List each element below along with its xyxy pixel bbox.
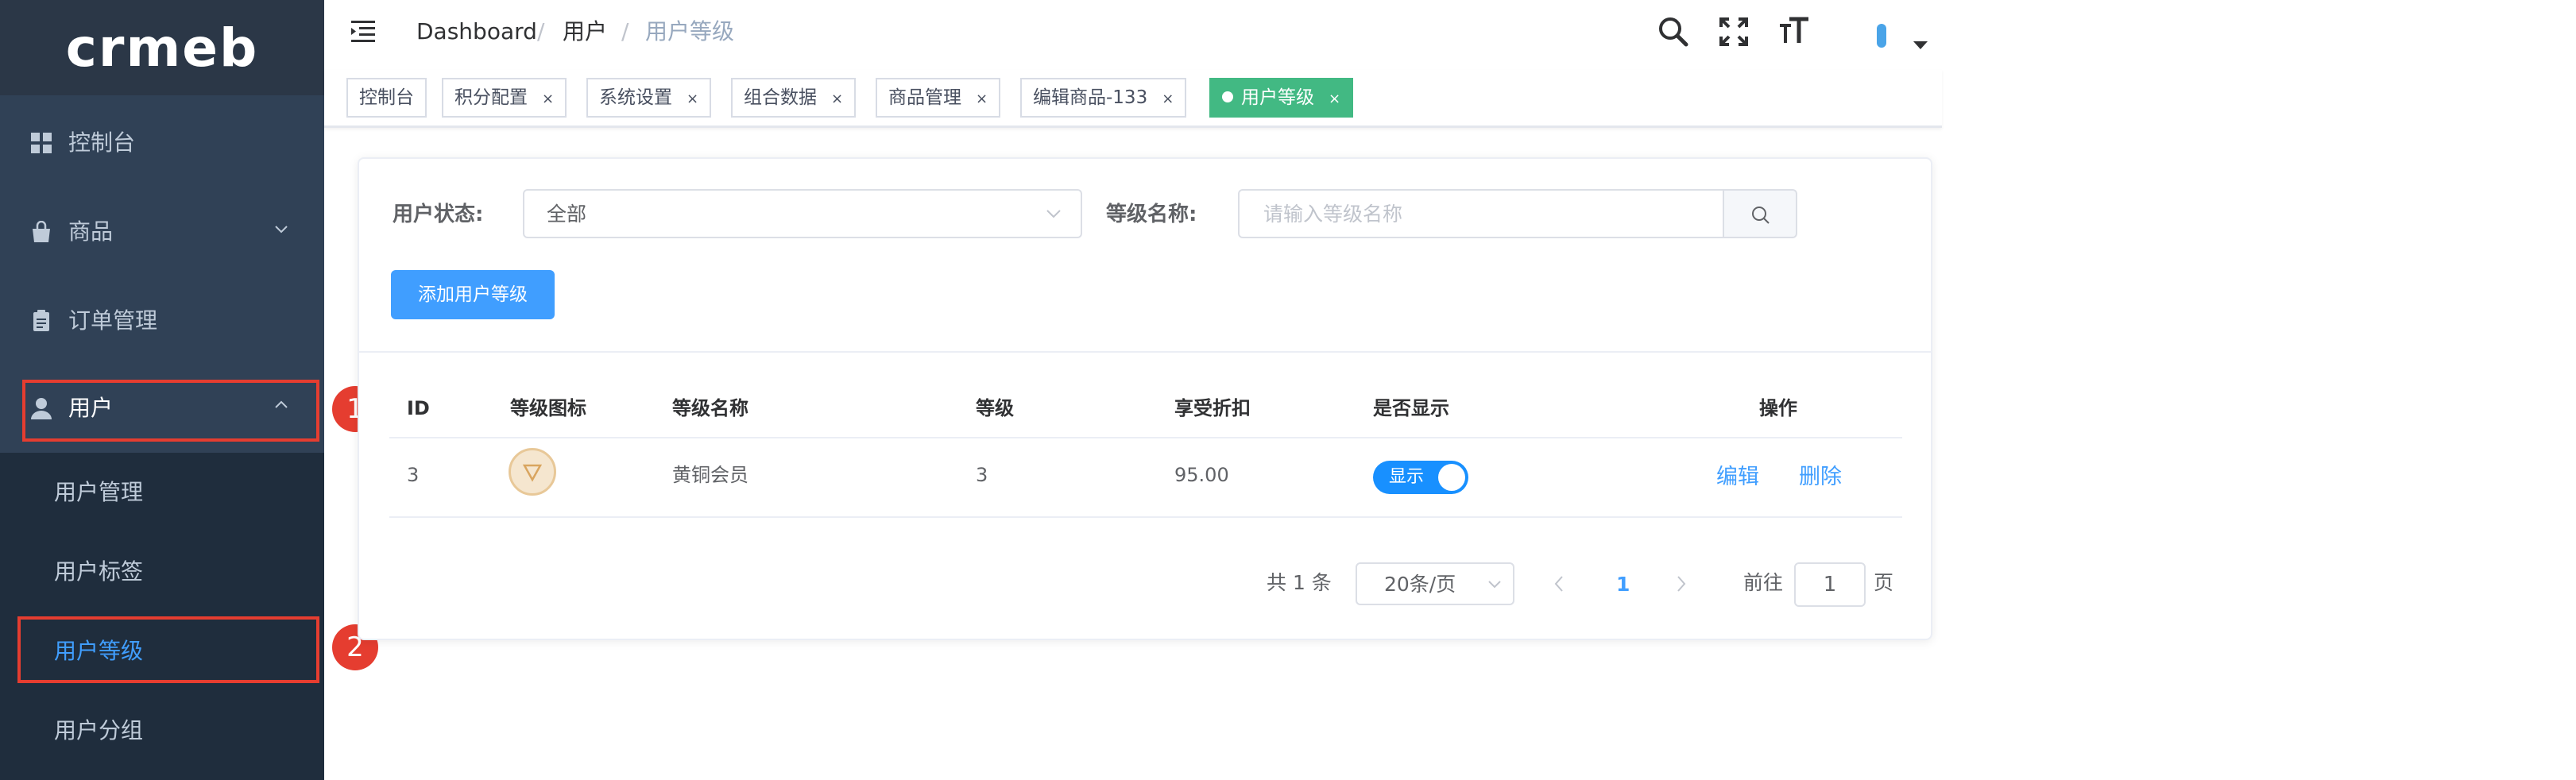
breadcrumb-current: 用户等级 — [645, 18, 735, 44]
toggle-knob — [1438, 464, 1465, 491]
sidebar-item-dashboard[interactable]: 控制台 — [0, 98, 324, 187]
tag-dashboard[interactable]: 控制台 — [346, 78, 427, 118]
hamburger-menu-icon[interactable] — [351, 19, 378, 43]
dashboard-grid-icon — [31, 133, 52, 153]
sidebar-item-products[interactable]: 商品 — [0, 187, 324, 276]
triangle-down-icon — [522, 464, 543, 482]
sidebar-item-label: 订单管理 — [68, 307, 158, 334]
prev-page-icon[interactable] — [1553, 575, 1565, 593]
chevron-down-icon — [1488, 581, 1501, 589]
close-icon[interactable]: × — [1162, 91, 1174, 107]
submenu-item-user-groups[interactable]: 用户分组 — [0, 691, 324, 770]
avatar[interactable] — [1877, 24, 1886, 48]
tag-label: 用户等级 — [1241, 87, 1314, 108]
submenu-item-label: 用户标签 — [54, 558, 144, 585]
cell-id: 3 — [407, 464, 420, 486]
column-header-actions: 操作 — [1759, 397, 1797, 419]
search-icon — [1752, 207, 1770, 224]
annotation-box-users — [22, 380, 319, 442]
tag-label: 组合数据 — [744, 87, 817, 108]
submenu-item-user-tags[interactable]: 用户标签 — [0, 532, 324, 612]
goto-label: 前往 — [1743, 571, 1784, 594]
submenu-item-label: 用户分组 — [54, 717, 144, 743]
column-header-discount: 享受折扣 — [1174, 397, 1251, 419]
search-icon[interactable] — [1656, 14, 1691, 49]
level-name-label: 等级名称: — [1106, 203, 1197, 226]
column-header-name: 等级名称 — [672, 397, 748, 419]
edit-button[interactable]: 编辑 — [1716, 464, 1759, 491]
table-header-divider — [389, 437, 1902, 438]
status-select-value: 全部 — [547, 203, 587, 226]
tag-combined-data[interactable]: 组合数据 × — [731, 78, 857, 118]
tag-label: 积分配置 — [454, 87, 528, 108]
close-icon[interactable]: × — [1329, 91, 1340, 107]
toggle-label: 显示 — [1389, 467, 1425, 487]
annotation-box-user-level — [17, 616, 319, 683]
breadcrumb-users[interactable]: 用户 — [563, 16, 607, 48]
cell-grade: 3 — [976, 464, 988, 486]
logo: crmeb — [65, 17, 259, 79]
sidebar-item-orders[interactable]: 订单管理 — [0, 276, 324, 365]
page-number-current[interactable]: 1 — [1616, 570, 1630, 599]
tag-system-settings[interactable]: 系统设置 × — [586, 78, 712, 118]
breadcrumb-separator: / — [621, 18, 629, 44]
level-badge-icon — [509, 448, 556, 496]
tag-label: 编辑商品-133 — [1033, 87, 1148, 108]
delete-button[interactable]: 删除 — [1799, 464, 1842, 491]
column-header-grade: 等级 — [976, 397, 1014, 419]
search-button[interactable] — [1724, 189, 1797, 238]
pagination-total: 共 1 条 — [1267, 571, 1332, 594]
shopping-bag-icon — [33, 221, 50, 242]
submenu-item-user-management[interactable]: 用户管理 — [0, 453, 324, 532]
navbar: Dashboard / 用户 / 用户等级 — [324, 0, 1942, 67]
submenu-item-label: 用户管理 — [54, 479, 144, 505]
level-name-input[interactable] — [1238, 189, 1724, 238]
close-icon[interactable]: × — [976, 91, 988, 107]
page-size-select[interactable]: 20条/页 — [1356, 562, 1514, 605]
column-header-visible: 是否显示 — [1373, 397, 1449, 419]
tag-user-level[interactable]: 用户等级 × — [1209, 78, 1354, 118]
tag-label: 商品管理 — [888, 87, 961, 108]
fullscreen-icon[interactable] — [1716, 14, 1751, 49]
chevron-down-icon — [1046, 210, 1061, 218]
table-row-divider — [389, 516, 1902, 518]
page-unit-label: 页 — [1874, 571, 1894, 594]
tag-points-config[interactable]: 积分配置 × — [442, 78, 567, 118]
caret-down-icon[interactable] — [1913, 41, 1928, 49]
chevron-down-icon — [275, 226, 288, 234]
goto-page-input[interactable]: 1 — [1794, 562, 1866, 607]
tags-view-bar: 控制台 积分配置 × 系统设置 × 组合数据 × 商品管理 × 编辑商品-133 × 用户… — [324, 70, 1942, 128]
status-select[interactable]: 全部 — [523, 189, 1082, 238]
tag-label: 控制台 — [359, 87, 414, 108]
tag-label: 系统设置 — [599, 87, 672, 108]
cell-discount: 95.00 — [1174, 464, 1229, 486]
sidebar-item-label: 控制台 — [68, 129, 136, 156]
close-icon[interactable]: × — [687, 91, 698, 107]
column-header-id: ID — [407, 397, 430, 419]
tag-product-management[interactable]: 商品管理 × — [876, 78, 1001, 118]
breadcrumb-separator: / — [537, 18, 545, 44]
close-icon[interactable]: × — [542, 91, 554, 107]
add-user-level-button[interactable]: 添加用户等级 — [391, 270, 555, 319]
breadcrumb-dashboard[interactable]: Dashboard — [416, 16, 537, 48]
column-header-icon: 等级图标 — [510, 397, 586, 419]
next-page-icon[interactable] — [1675, 575, 1688, 593]
visibility-toggle[interactable]: 显示 — [1373, 461, 1468, 494]
logo-bar: crmeb — [0, 0, 324, 95]
tag-edit-product[interactable]: 编辑商品-133 × — [1020, 78, 1187, 118]
font-size-icon[interactable] — [1777, 14, 1812, 49]
clipboard-icon — [33, 310, 49, 331]
section-divider — [359, 351, 1931, 353]
cell-name: 黄铜会员 — [672, 464, 748, 486]
sidebar-item-label: 商品 — [68, 218, 114, 245]
page-size-value: 20条/页 — [1384, 573, 1456, 596]
close-icon[interactable]: × — [831, 91, 843, 107]
status-filter-label: 用户状态: — [393, 203, 484, 226]
active-dot-icon — [1222, 91, 1233, 102]
